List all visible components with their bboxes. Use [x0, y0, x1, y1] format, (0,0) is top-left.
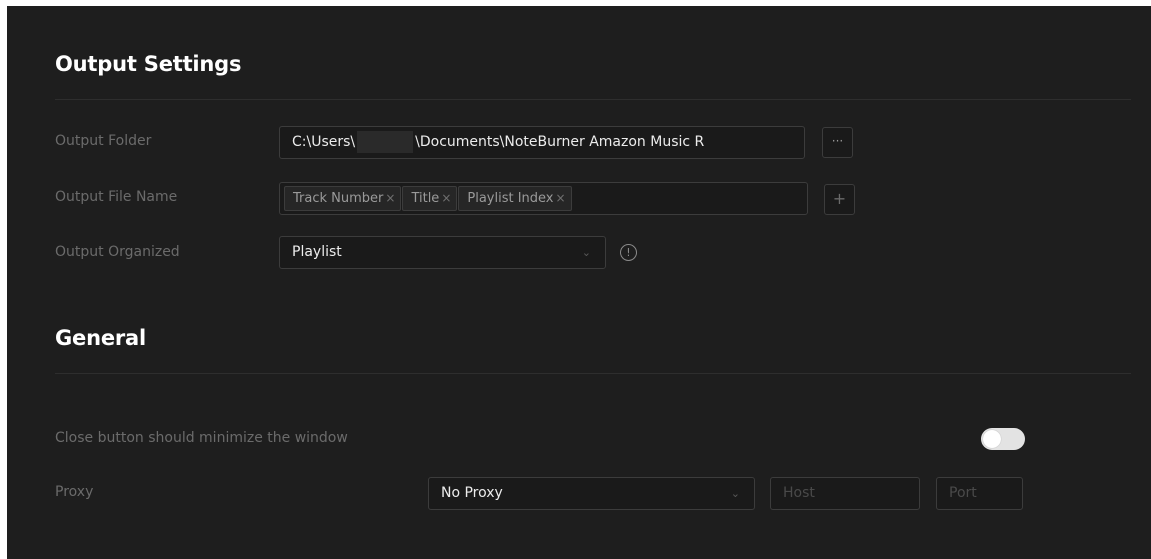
tag-playlist-index: Playlist Index × [458, 186, 572, 211]
output-file-name-label: Output File Name [55, 189, 178, 205]
proxy-host-placeholder: Host [783, 485, 815, 501]
chevron-down-icon: ⌄ [730, 487, 740, 500]
output-settings-heading: Output Settings [55, 52, 242, 76]
add-tag-button[interactable]: + [824, 184, 855, 215]
remove-tag-icon[interactable]: × [385, 191, 395, 205]
toggle-knob [983, 430, 1001, 448]
output-file-name-field[interactable]: Track Number × Title × Playlist Index × [279, 182, 808, 215]
output-organized-value: Playlist [292, 244, 342, 260]
info-icon[interactable]: ! [620, 244, 637, 261]
remove-tag-icon[interactable]: × [556, 191, 566, 205]
close-minimize-label: Close button should minimize the window [55, 430, 348, 446]
close-minimize-toggle[interactable] [981, 428, 1025, 450]
proxy-port-input[interactable]: Port [936, 477, 1023, 510]
output-organized-label: Output Organized [55, 244, 180, 260]
output-folder-input[interactable]: C:\Users\ \Documents\NoteBurner Amazon Mu… [279, 126, 805, 159]
proxy-label: Proxy [55, 484, 94, 500]
general-divider [55, 373, 1131, 374]
tag-track-number: Track Number × [284, 186, 402, 211]
proxy-port-placeholder: Port [949, 485, 977, 501]
browse-folder-button[interactable]: ··· [822, 127, 853, 158]
output-folder-path-start: C:\Users\ [292, 134, 356, 150]
proxy-value: No Proxy [441, 485, 503, 501]
output-organized-select[interactable]: Playlist ⌄ [279, 236, 606, 269]
output-folder-label: Output Folder [55, 133, 152, 149]
output-settings-divider [55, 99, 1131, 100]
more-icon: ··· [831, 134, 844, 148]
output-folder-path-end: \Documents\NoteBurner Amazon Music R [415, 134, 705, 150]
plus-icon: + [832, 189, 847, 208]
settings-panel: Output Settings Output Folder C:\Users\ \… [7, 6, 1151, 559]
tag-title: Title × [402, 186, 458, 211]
remove-tag-icon[interactable]: × [441, 191, 451, 205]
proxy-host-input[interactable]: Host [770, 477, 920, 510]
general-heading: General [55, 326, 146, 350]
redacted-username [357, 131, 414, 153]
proxy-select[interactable]: No Proxy ⌄ [428, 477, 755, 510]
chevron-down-icon: ⌄ [581, 246, 591, 259]
